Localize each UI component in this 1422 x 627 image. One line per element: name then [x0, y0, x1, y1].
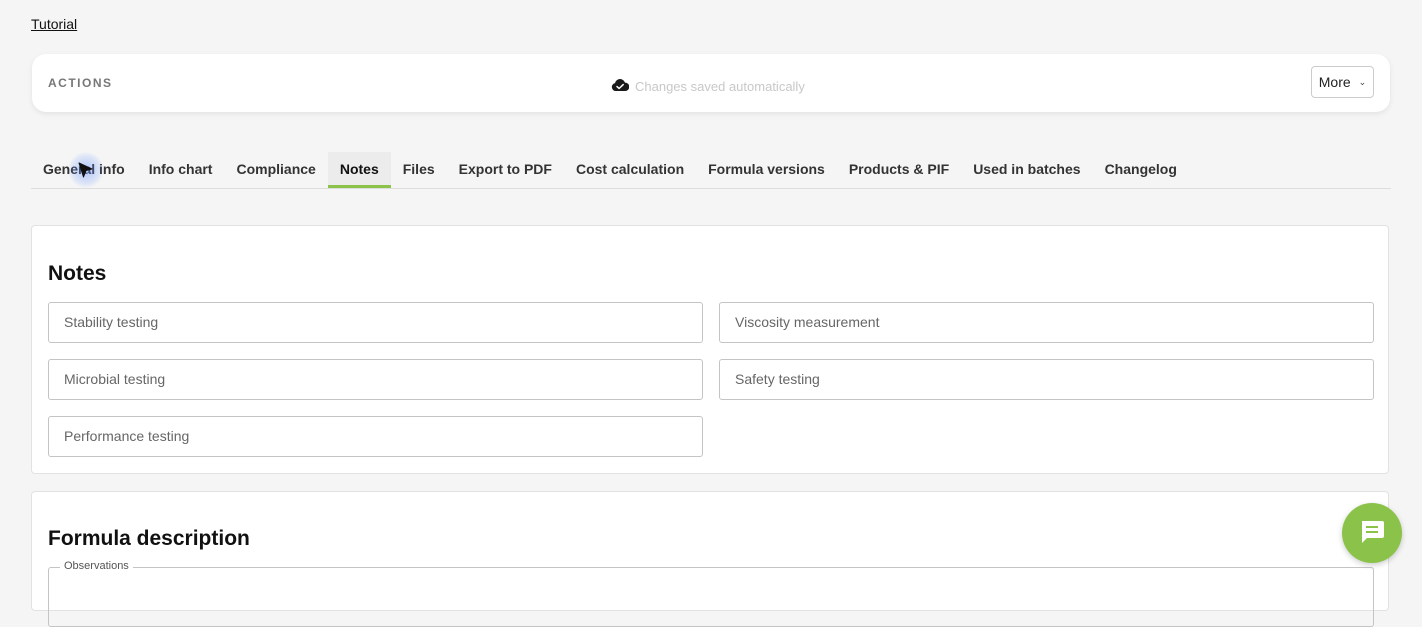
- tab-products-pif[interactable]: Products & PIF: [837, 152, 961, 188]
- tutorial-link[interactable]: Tutorial: [31, 16, 77, 32]
- performance-testing-field[interactable]: Performance testing: [48, 416, 703, 457]
- tab-used-in-batches[interactable]: Used in batches: [961, 152, 1092, 188]
- observations-label: Observations: [60, 560, 133, 572]
- stability-testing-field[interactable]: Stability testing: [48, 302, 703, 343]
- tab-bar: General info Info chart Compliance Notes…: [31, 152, 1391, 189]
- tab-export-to-pdf[interactable]: Export to PDF: [447, 152, 564, 188]
- more-button-label: More: [1318, 74, 1351, 90]
- save-status: Changes saved automatically: [611, 75, 805, 94]
- tab-general-info[interactable]: General info: [31, 152, 137, 188]
- formula-description-title: Formula description: [48, 527, 250, 550]
- observations-field[interactable]: Observations: [48, 560, 1374, 627]
- tab-compliance[interactable]: Compliance: [224, 152, 327, 188]
- chevron-down-icon: ⌄: [1358, 76, 1367, 87]
- notes-title: Notes: [48, 262, 107, 285]
- tab-cost-calculation[interactable]: Cost calculation: [564, 152, 696, 188]
- microbial-testing-field[interactable]: Microbial testing: [48, 359, 703, 400]
- actions-label: ACTIONS: [48, 76, 113, 90]
- formula-description-card: Formula description Observations: [31, 491, 1389, 627]
- tab-notes[interactable]: Notes: [327, 152, 391, 188]
- chat-button[interactable]: [1342, 503, 1402, 563]
- tab-formula-versions[interactable]: Formula versions: [696, 152, 837, 188]
- more-button[interactable]: More ⌄: [1311, 66, 1374, 98]
- save-status-text: Changes saved automatically: [635, 79, 805, 94]
- notes-card: Notes Stability testing Viscosity measur…: [31, 225, 1389, 474]
- cloud-check-icon: [611, 78, 630, 92]
- chat-icon: [1358, 517, 1386, 550]
- actions-bar: ACTIONS Changes saved automatically More…: [32, 54, 1390, 112]
- viscosity-measurement-field[interactable]: Viscosity measurement: [719, 302, 1374, 343]
- safety-testing-field[interactable]: Safety testing: [719, 359, 1374, 400]
- tab-changelog[interactable]: Changelog: [1093, 152, 1189, 188]
- tab-files[interactable]: Files: [391, 152, 447, 188]
- tab-info-chart[interactable]: Info chart: [137, 152, 225, 188]
